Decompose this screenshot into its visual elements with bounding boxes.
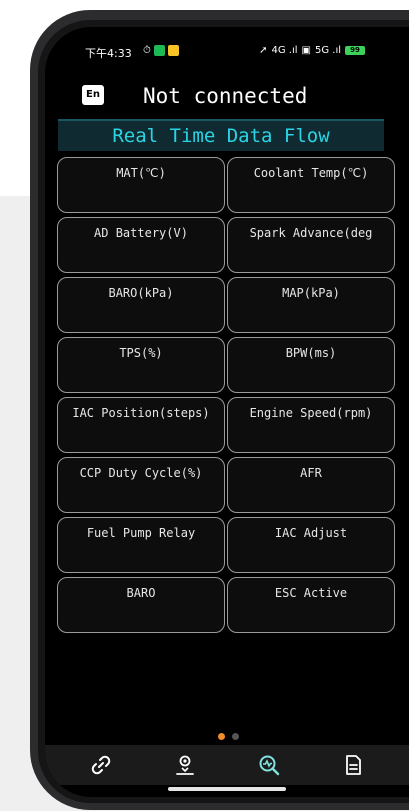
page-dot[interactable] [232,733,239,740]
phone-screen: 下午4:33 ⏱ ➚ 4G .ıl ▣ 5G .ıl 99 En Not con… [45,27,409,797]
battery-icon: 99 [345,46,365,55]
status-right: ➚ 4G .ıl ▣ 5G .ıl 99 [259,45,365,56]
data-cell-spark-advance[interactable]: Spark Advance(deg [227,217,395,273]
data-cell-fuel-pump-relay[interactable]: Fuel Pump Relay [57,517,225,573]
data-cell-esc-active[interactable]: ESC Active [227,577,395,633]
data-grid: MAT(℃) Coolant Temp(℃) AD Battery(V) Spa… [57,157,397,637]
nav-data-flow-button[interactable] [249,748,289,782]
location-arrow-icon: ➚ [259,45,268,56]
data-cell-ad-battery[interactable]: AD Battery(V) [57,217,225,273]
status-bar: 下午4:33 ⏱ ➚ 4G .ıl ▣ 5G .ıl 99 [45,41,409,65]
nav-link-button[interactable] [81,748,121,782]
data-cell-iac-position[interactable]: IAC Position(steps) [57,397,225,453]
app-notification-icon [153,45,165,56]
page-dot-active[interactable] [218,733,225,740]
page-indicator [218,733,239,740]
data-cell-bpw[interactable]: BPW(ms) [227,337,395,393]
data-cell-iac-adjust[interactable]: IAC Adjust [227,517,395,573]
status-time: 下午4:33 [85,47,132,60]
location-pin-icon [176,755,194,775]
wifi-icon: ▣ [301,45,311,56]
alarm-icon: ⏱ [143,45,151,56]
app-notification-icon [167,45,179,56]
nav-location-button[interactable] [165,748,205,782]
data-cell-baro-kpa[interactable]: BARO(kPa) [57,277,225,333]
nav-report-button[interactable] [333,748,373,782]
data-cell-coolant-temp[interactable]: Coolant Temp(℃) [227,157,395,213]
status-notification-icons: ⏱ [143,45,179,56]
signal2-icon: 5G .ıl [314,45,341,56]
translate-icon[interactable]: En [82,85,104,105]
data-cell-baro[interactable]: BARO [57,577,225,633]
data-cell-afr[interactable]: AFR [227,457,395,513]
home-indicator[interactable] [168,787,286,791]
document-icon [346,755,361,775]
app-header: En Not connected [45,81,409,117]
data-cell-ccp-duty-cycle[interactable]: CCP Duty Cycle(%) [57,457,225,513]
section-title: Real Time Data Flow [58,119,384,151]
connection-status: Not connected [143,84,308,108]
signal-icon: 4G .ıl [271,45,298,56]
link-icon [91,755,111,775]
bottom-nav [45,745,409,785]
data-search-icon [259,755,280,776]
data-cell-map[interactable]: MAP(kPa) [227,277,395,333]
data-cell-mat[interactable]: MAT(℃) [57,157,225,213]
data-cell-engine-speed[interactable]: Engine Speed(rpm) [227,397,395,453]
data-cell-tps[interactable]: TPS(%) [57,337,225,393]
